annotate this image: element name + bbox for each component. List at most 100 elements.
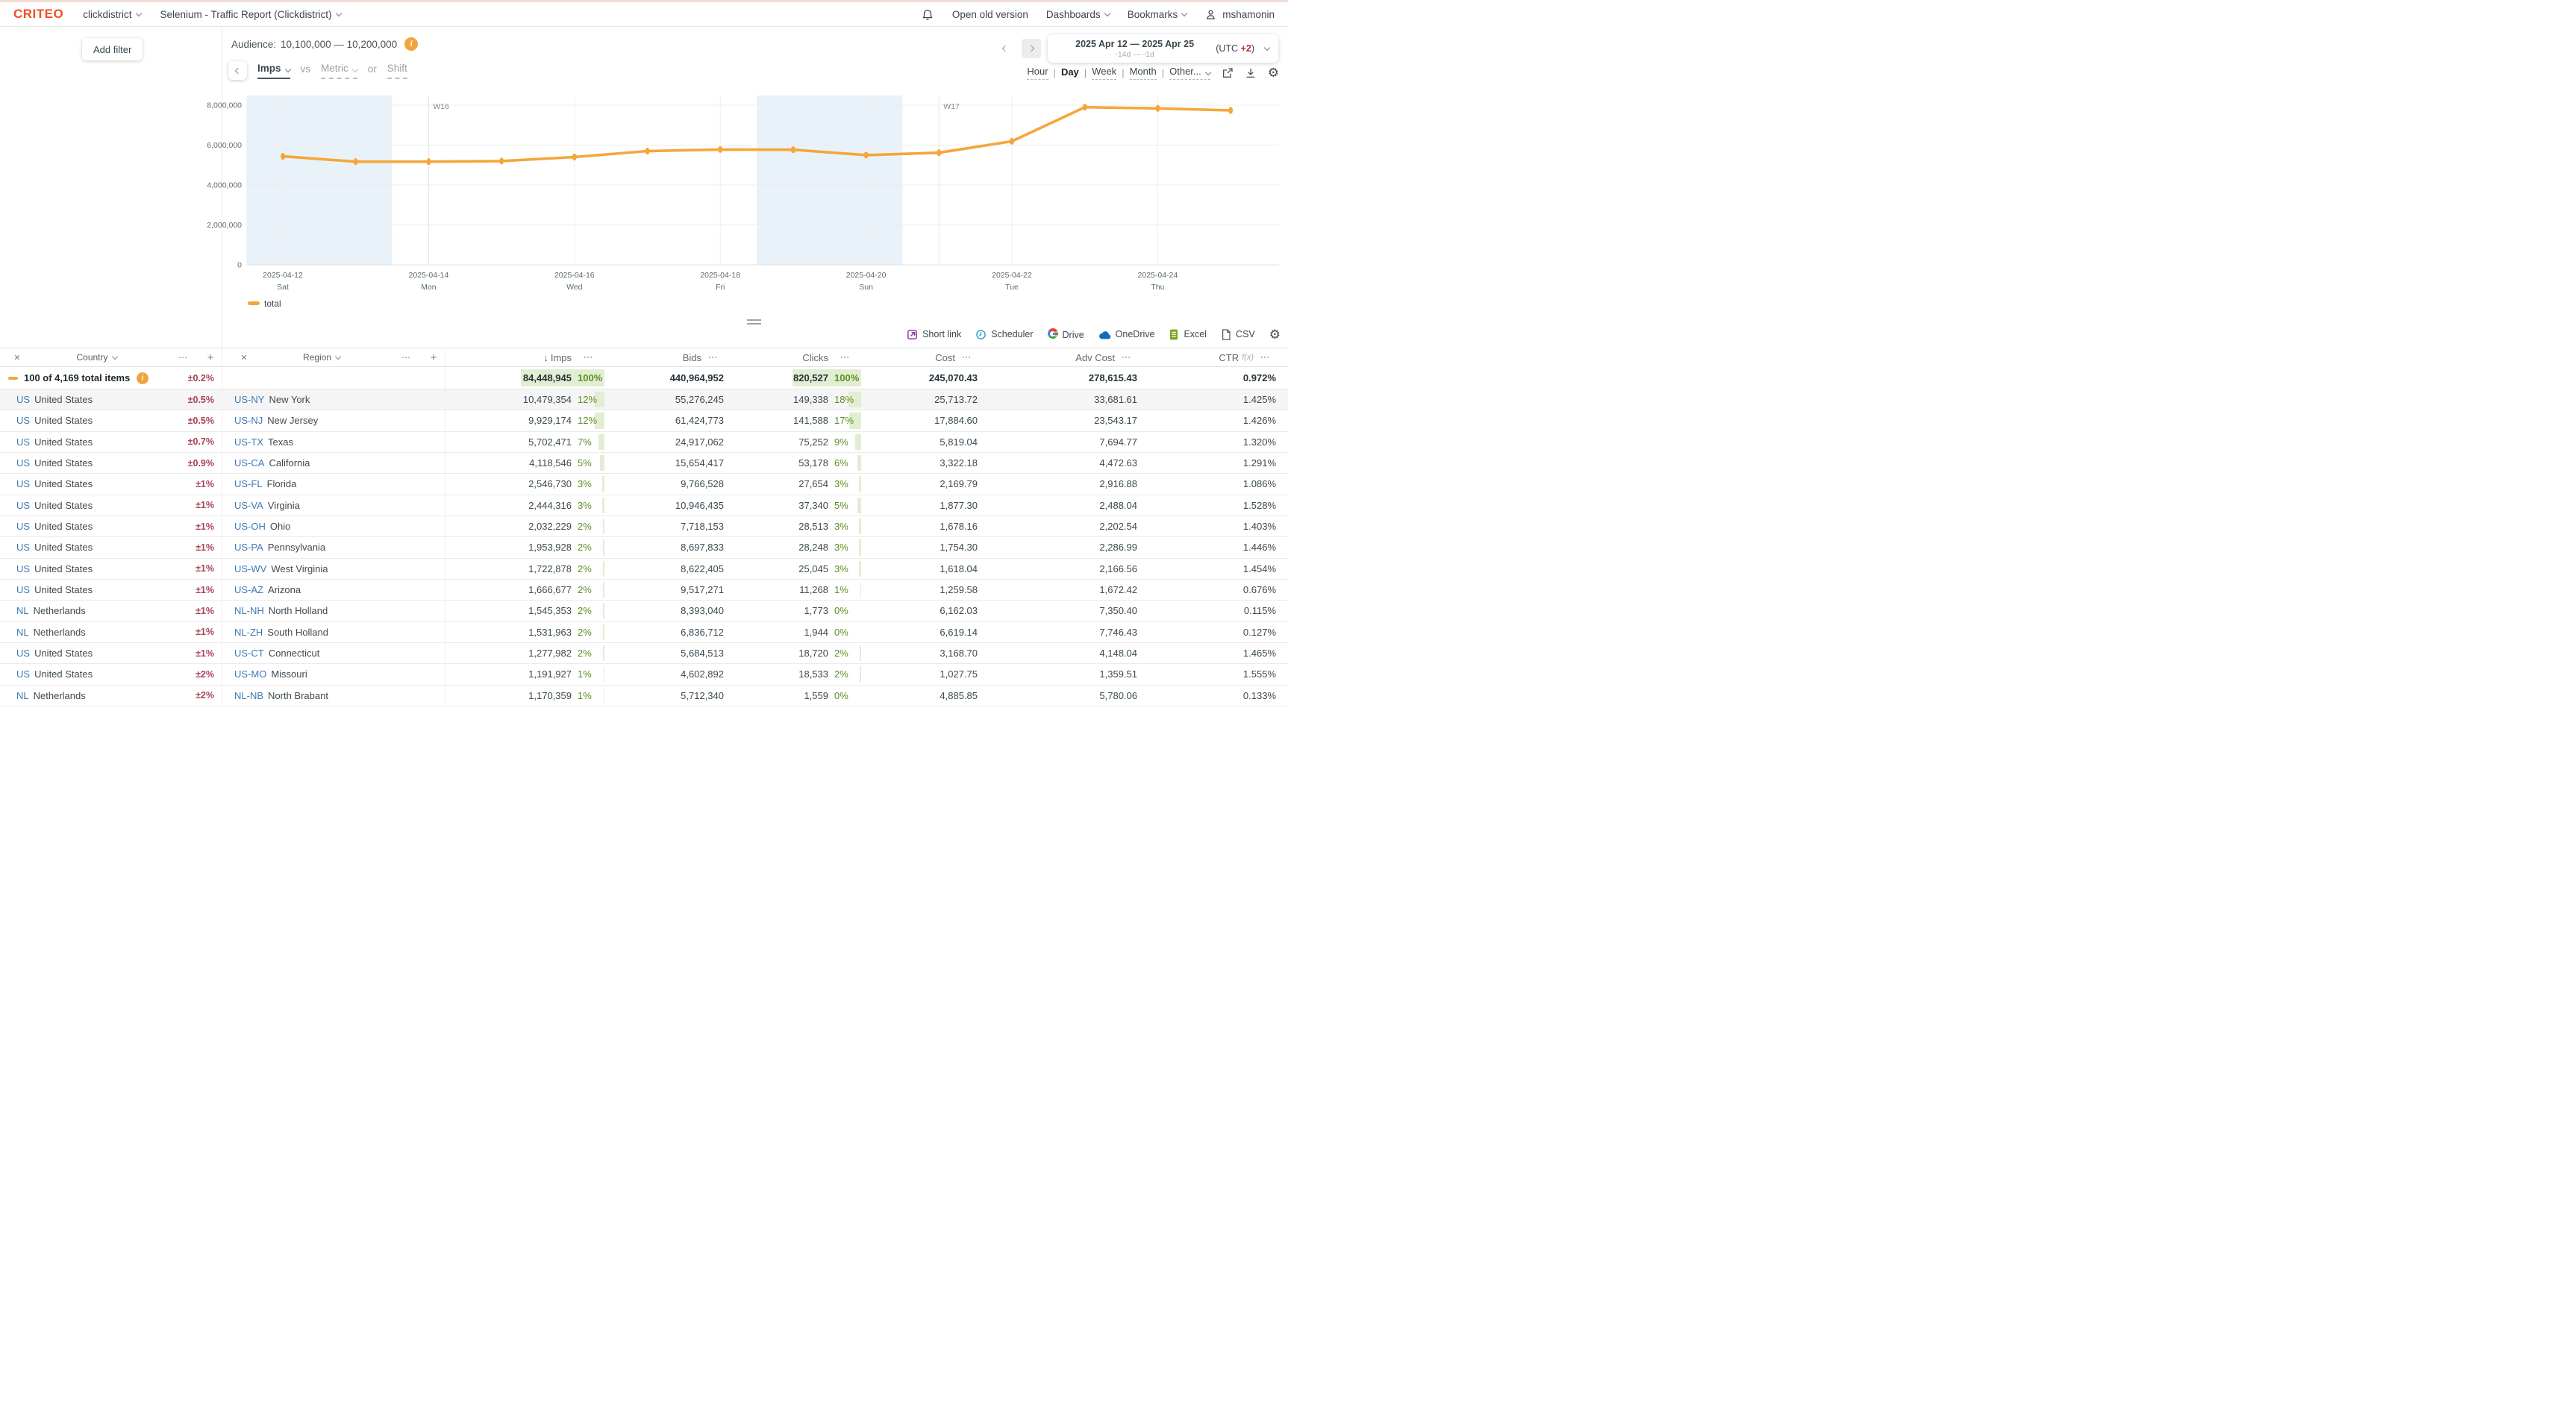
country-code-link[interactable]: US	[16, 563, 30, 574]
chart-point[interactable]	[1228, 107, 1233, 113]
column-header-adv-cost[interactable]: Adv Cost⋯	[990, 348, 1149, 366]
prev-period-button[interactable]	[995, 39, 1015, 58]
chart-point[interactable]	[1155, 105, 1160, 112]
region-code-link[interactable]: US-VA	[234, 500, 263, 511]
column-header-cost[interactable]: Cost⋯	[867, 348, 990, 366]
table-row[interactable]: US United States ±0.7% US-TX Texas 5,702…	[0, 432, 1288, 453]
column-title-country[interactable]: Country	[27, 352, 166, 363]
chart-point[interactable]	[791, 146, 795, 153]
country-code-link[interactable]: NL	[16, 690, 29, 701]
region-code-link[interactable]: US-FL	[234, 478, 263, 489]
export-excel[interactable]: Excel	[1169, 329, 1207, 340]
date-range-picker[interactable]: 2025 Apr 12 — 2025 Apr 25 -14d — -1d (UT…	[1048, 34, 1278, 63]
dashboards-menu[interactable]: Dashboards	[1046, 9, 1110, 20]
column-menu-icon[interactable]: ⋯	[572, 351, 604, 363]
column-title-region[interactable]: Region	[254, 352, 390, 363]
region-code-link[interactable]: US-PA	[234, 542, 263, 553]
granularity-day[interactable]: Day	[1061, 66, 1079, 80]
remove-column-icon[interactable]: ✕	[7, 353, 27, 363]
region-code-link[interactable]: US-CA	[234, 457, 264, 469]
notifications-bell-icon[interactable]	[921, 7, 934, 21]
chart-point[interactable]	[354, 158, 358, 165]
country-code-link[interactable]: US	[16, 521, 30, 532]
table-row[interactable]: US United States ±0.9% US-CA California …	[0, 453, 1288, 474]
table-row[interactable]: US United States ±2% US-MO Missouri 1,19…	[0, 664, 1288, 685]
column-menu-icon[interactable]: ⋯	[955, 351, 978, 363]
export-drive[interactable]: Drive	[1048, 328, 1084, 341]
legend-label[interactable]: total	[264, 298, 281, 309]
country-code-link[interactable]: NL	[16, 627, 29, 638]
country-code-link[interactable]: US	[16, 668, 30, 680]
country-code-link[interactable]: US	[16, 436, 30, 448]
download-chart-icon[interactable]	[1245, 66, 1257, 79]
region-code-link[interactable]: US-AZ	[234, 584, 263, 595]
region-code-link[interactable]: US-NJ	[234, 415, 263, 426]
region-code-link[interactable]: US-CT	[234, 648, 264, 659]
chart-point[interactable]	[499, 157, 504, 164]
table-row[interactable]: US United States ±1% US-VA Virginia 2,44…	[0, 495, 1288, 516]
country-code-link[interactable]: US	[16, 648, 30, 659]
export-onedrive[interactable]: OneDrive	[1098, 329, 1155, 340]
country-code-link[interactable]: US	[16, 394, 30, 405]
chart-point[interactable]	[281, 153, 285, 160]
chart-point[interactable]	[718, 146, 722, 153]
region-code-link[interactable]: NL-NH	[234, 605, 264, 616]
metric-secondary-dropdown[interactable]: Metric	[321, 63, 357, 79]
bookmarks-menu[interactable]: Bookmarks	[1128, 9, 1187, 20]
chart-point[interactable]	[1083, 104, 1087, 110]
export-short-link[interactable]: Short link	[907, 329, 961, 340]
column-header-bids[interactable]: Bids⋯	[610, 348, 736, 366]
table-settings-gear-icon[interactable]: ⚙	[1269, 328, 1281, 341]
summary-info-icon[interactable]: i	[137, 372, 149, 384]
granularity-month[interactable]: Month	[1130, 66, 1157, 80]
column-header-clicks[interactable]: Clicks⋯	[736, 348, 867, 366]
column-header-imps[interactable]: ↓Imps⋯	[446, 348, 610, 366]
report-menu[interactable]: Selenium - Traffic Report (Clickdistrict…	[160, 9, 341, 20]
table-row[interactable]: US United States ±0.5% US-NY New York 10…	[0, 389, 1288, 410]
column-menu-icon[interactable]: ⋯	[1254, 351, 1276, 363]
add-filter-button[interactable]: Add filter	[82, 38, 143, 60]
country-code-link[interactable]: US	[16, 415, 30, 426]
column-header-ctr[interactable]: CTRf(x)⋯	[1149, 348, 1288, 366]
country-code-link[interactable]: US	[16, 500, 30, 511]
chart-point[interactable]	[1010, 138, 1014, 145]
column-menu-icon[interactable]: ⋯	[166, 352, 199, 363]
column-menu-icon[interactable]: ⋯	[390, 352, 422, 363]
export-scheduler[interactable]: Scheduler	[975, 329, 1033, 340]
traffic-line-chart[interactable]: W16W1702,000,0004,000,0006,000,0008,000,…	[0, 88, 1288, 312]
chart-point[interactable]	[864, 151, 869, 158]
add-column-icon[interactable]: +	[199, 351, 222, 364]
table-row[interactable]: US United States ±1% US-FL Florida 2,546…	[0, 474, 1288, 495]
chart-point[interactable]	[937, 149, 941, 156]
open-old-version-link[interactable]: Open old version	[952, 9, 1028, 20]
add-column-icon[interactable]: +	[422, 351, 445, 364]
country-code-link[interactable]: US	[16, 542, 30, 553]
export-csv[interactable]: CSV	[1221, 329, 1255, 340]
column-menu-icon[interactable]: ⋯	[701, 351, 724, 363]
table-row[interactable]: NL Netherlands ±1% NL-NH North Holland 1…	[0, 601, 1288, 621]
region-code-link[interactable]: NL-ZH	[234, 627, 263, 638]
table-row[interactable]: US United States ±1% US-CT Connecticut 1…	[0, 643, 1288, 664]
country-code-link[interactable]: NL	[16, 605, 29, 616]
chart-point[interactable]	[572, 154, 577, 160]
table-row[interactable]: NL Netherlands ±1% NL-ZH South Holland 1…	[0, 622, 1288, 643]
chart-point[interactable]	[426, 158, 431, 165]
chart-resize-handle[interactable]	[747, 319, 761, 325]
region-code-link[interactable]: US-MO	[234, 668, 266, 680]
country-code-link[interactable]: US	[16, 584, 30, 595]
country-code-link[interactable]: US	[16, 478, 30, 489]
collapse-panel-button[interactable]	[228, 61, 247, 80]
chart-settings-gear-icon[interactable]: ⚙	[1268, 66, 1279, 79]
column-menu-icon[interactable]: ⋯	[828, 351, 861, 363]
remove-column-icon[interactable]: ✕	[234, 353, 254, 363]
table-row[interactable]: US United States ±1% US-WV West Virginia…	[0, 559, 1288, 580]
region-code-link[interactable]: NL-NB	[234, 690, 263, 701]
table-row[interactable]: US United States ±1% US-PA Pennsylvania …	[0, 537, 1288, 558]
user-menu[interactable]: mshamonin	[1204, 8, 1275, 21]
shift-toggle[interactable]: Shift	[387, 63, 407, 79]
open-in-new-icon[interactable]	[1222, 66, 1234, 79]
region-code-link[interactable]: US-OH	[234, 521, 266, 532]
audience-info-icon[interactable]: i	[404, 37, 418, 51]
chart-point[interactable]	[645, 148, 650, 154]
account-menu[interactable]: clickdistrict	[83, 9, 140, 20]
